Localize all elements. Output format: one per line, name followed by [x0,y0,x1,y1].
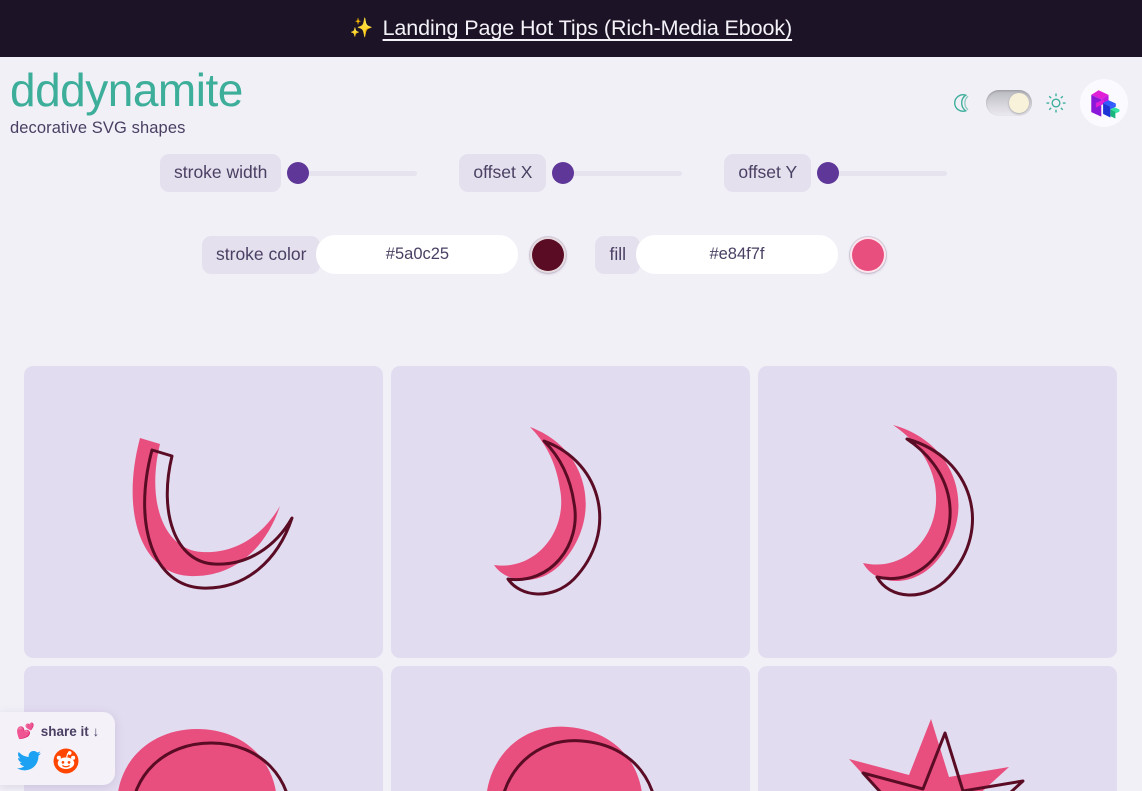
slider-label-offset-x: offset X [459,154,547,192]
stroke-color-control: stroke color [202,235,567,274]
shape-gallery-grid [0,366,1142,791]
hook-curve-shape [132,438,293,590]
slider-track-stroke-width[interactable] [287,162,418,184]
reddit-icon[interactable] [53,748,79,774]
round-blob-shape [486,726,654,791]
slider-thumb-offset-x[interactable] [552,162,575,184]
slider-thumb-stroke-width[interactable] [287,162,310,184]
slider-controls-row: stroke width offset X offset Y [0,154,1142,192]
shape-card-round-blob[interactable] [391,666,750,791]
promo-banner: ✨ Landing Page Hot Tips (Rich-Media Eboo… [0,0,1142,57]
share-header: 💕 share it ↓ [16,722,105,740]
theme-toggle[interactable] [986,90,1032,116]
stroke-color-input[interactable] [316,235,519,274]
crescent-moon-shape [493,427,601,596]
stroke-color-label: stroke color [202,235,321,274]
sun-icon [1046,93,1066,113]
star-burst-shape [848,719,1024,791]
moon-icon [954,94,969,112]
thick-crescent-moon-shape [862,425,974,597]
shape-card-crescent-moon[interactable] [391,366,750,658]
theme-controls [951,79,1128,127]
slider-stroke-width: stroke width [160,154,418,192]
slider-track-offset-y[interactable] [817,162,948,184]
share-label: share it ↓ [40,723,100,739]
sparkles-icon: ✨ [349,18,374,39]
twitter-icon[interactable] [16,748,42,774]
fill-color-input[interactable] [635,235,838,274]
shape-card-star-burst[interactable] [758,666,1117,791]
fff-logo-badge[interactable] [1080,79,1128,127]
slider-label-stroke-width: stroke width [160,154,282,192]
share-widget: 💕 share it ↓ [0,712,115,785]
stroke-color-swatch[interactable] [530,236,567,273]
slider-offset-y: offset Y [724,154,948,192]
fff-logo-icon [1091,90,1120,119]
shape-card-thick-crescent[interactable] [758,366,1117,658]
slider-thumb-offset-y[interactable] [817,162,840,184]
fill-color-label: fill [595,235,640,274]
fill-color-control: fill [595,235,886,274]
shape-card-hook-curve[interactable] [24,366,383,658]
fill-color-swatch[interactable] [849,236,886,273]
theme-toggle-knob[interactable] [1009,93,1029,113]
promo-link[interactable]: Landing Page Hot Tips (Rich-Media Ebook) [383,16,793,41]
heart-icon: 💕 [16,723,35,740]
slider-track-offset-x[interactable] [552,162,683,184]
share-icon-list [16,748,105,774]
page-header: dddynamite decorative SVG shapes [0,57,1142,143]
color-controls-row: stroke color fill [0,235,1142,274]
slider-offset-x: offset X [459,154,683,192]
blob-circle-shape [117,729,288,791]
slider-label-offset-y: offset Y [724,154,812,192]
